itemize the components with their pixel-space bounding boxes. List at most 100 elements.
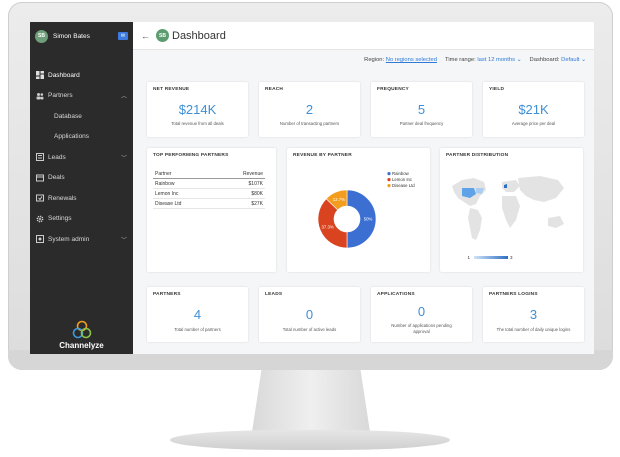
channelyze-logo-icon [70,320,94,340]
kpi-subtitle: Total number of partners [174,327,221,332]
kpi-card-net-revenue: NET REVENUE $214K Total revenue from all… [147,82,248,137]
sidebar-item-label: System admin [48,235,90,243]
card-title: NET REVENUE [153,87,190,92]
sidebar-item-label: Database [54,112,82,120]
people-icon [36,92,44,100]
sidebar-item-partners[interactable]: Partners ︿ [30,86,133,107]
dashboard-select[interactable]: Default [561,57,579,63]
partner-distribution-card: PARTNER DISTRIBUTION 1 3 [440,148,583,272]
table-row: Lemon Inc $80K [153,188,265,199]
map-africa [502,196,520,228]
notification-icon[interactable]: ✉ [118,32,128,40]
map-asia [518,176,564,202]
chevron-down-icon[interactable]: ⌄ [517,57,522,63]
table-header-row: Partner Revenue [153,170,265,179]
pie-slice-label: 37.3% [322,225,334,230]
kpi-value: 0 [417,304,426,319]
sidebar-item-label: Partners [48,92,73,100]
kpi-subtitle: The total number of daily unique logins [496,327,571,332]
kpi-value: 4 [193,307,202,322]
time-range-label: Time range: [445,57,476,63]
user-menu[interactable]: SB Simon Bates ✉ [30,25,133,47]
time-range-filter: Time range: last 12 months ⌄ [445,57,522,63]
column-header-revenue[interactable]: Revenue [215,170,265,179]
sidebar-item-label: Leads [48,153,66,161]
top-partners-card: TOP PERFORMING PARTNERS Partner Revenue … [147,148,276,272]
world-map[interactable]: 1 3 [440,148,583,272]
kpi-card-reach: REACH 2 Number of transacting partners [259,82,360,137]
sidebar-item-renewals[interactable]: Renewals [30,188,133,209]
partner-revenue: $80K [215,188,265,199]
card-title: YIELD [489,87,505,92]
kpi-subtitle: Total revenue from all deals [171,121,224,126]
revenue-by-partner-card: REVENUE BY PARTNER 50% 37.3% 12.7% Rainbow L… [287,148,430,272]
monitor-stand-base [170,430,450,450]
legend-swatch [387,172,391,176]
card-title: TOP PERFORMING PARTNERS [153,153,229,158]
sidebar-item-label: Renewals [48,194,77,202]
kpi-subtitle: Total number of active leads [282,327,337,332]
card-title: REACH [265,87,284,92]
partner-revenue: $107K [215,178,265,189]
card-title: PARTNERS LOGINS [489,292,538,297]
sidebar-item-dashboard[interactable]: Dashboard [30,65,133,86]
map-australia [548,216,564,228]
chevron-up-icon: ︿ [120,94,127,101]
table-row: Rainbow $107K [153,178,265,189]
sidebar-item-applications[interactable]: Applications [30,127,133,148]
scale-max-label: 3 [510,255,513,260]
header: ← SB Dashboard [133,22,594,50]
brand: Channelyze [30,320,133,350]
legend-label[interactable]: Lemon Inc [392,177,413,182]
kpi-card-leads: LEADS 0 Total number of active leads [259,287,360,342]
admin-icon [36,235,44,244]
legend-label[interactable]: Disease Ltd [392,183,415,188]
gear-icon [36,215,44,223]
chevron-down-icon: ﹀ [120,237,127,244]
arrow-left-icon[interactable]: ← [141,31,150,41]
card-title: LEADS [265,292,283,297]
sidebar-item-leads[interactable]: Leads ﹀ [30,147,133,168]
region-select[interactable]: No regions selected [386,57,437,63]
filter-bar: Region: No regions selected Time range: … [133,50,594,70]
color-scale-bar [474,256,508,259]
sidebar-item-label: Dashboard [48,71,80,79]
monitor-stand-neck [252,370,370,432]
revenue-pie-chart: 50% 37.3% 12.7% RainbowLemon IncDisease Ltd [317,171,415,249]
table-row: Disease Ltd $27K [153,198,265,209]
kpi-card-applications: APPLICATIONS 0 Number of applications pe… [371,287,472,342]
legend-swatch [387,178,391,182]
pie-slice-label: 12.7% [333,197,345,202]
sidebar-item-settings[interactable]: Settings [30,209,133,230]
partner-name: Rainbow [153,178,216,189]
partner-name: Disease Ltd [153,198,216,209]
kpi-card-partners: PARTNERS 4 Total number of partners [147,287,248,342]
sidebar: SB Simon Bates ✉ Dashboard Partners ︿ Da… [30,22,133,354]
kpi-value: 0 [305,307,314,322]
pie-slice-label: 50% [364,217,373,222]
column-header-partner[interactable]: Partner [153,170,216,179]
dashboard-filter: Dashboard: Default ⌄ [530,57,586,63]
chevron-down-icon[interactable]: ⌄ [581,57,586,63]
sidebar-item-deals[interactable]: Deals [30,168,133,189]
time-range-select[interactable]: last 12 months [477,57,515,63]
kpi-subtitle: Number of transacting partners [279,121,340,126]
card-title: FREQUENCY [377,87,409,92]
kpi-value: $214K [178,102,217,117]
region-filter: Region: No regions selected [364,57,437,63]
avatar: SB [35,29,48,43]
kpi-subtitle: Average price per deal [511,121,556,126]
sidebar-item-label: Settings [48,215,72,223]
kpi-value: $21K [518,102,549,117]
leads-icon [36,153,44,162]
kpi-card-partner-logins: PARTNERS LOGINS 3 The total number of da… [483,287,584,342]
kpi-value: 2 [305,102,314,117]
partner-name: Lemon Inc [153,188,216,199]
sidebar-item-system-admin[interactable]: System admin ﹀ [30,229,133,250]
deals-icon [36,174,44,182]
sidebar-item-database[interactable]: Database [30,106,133,127]
screen: SB Simon Bates ✉ Dashboard Partners ︿ Da… [30,22,594,354]
partner-revenue: $27K [215,198,265,209]
legend-label[interactable]: Rainbow [392,171,410,176]
kpi-subtitle: Partner deal frequency [399,121,444,126]
